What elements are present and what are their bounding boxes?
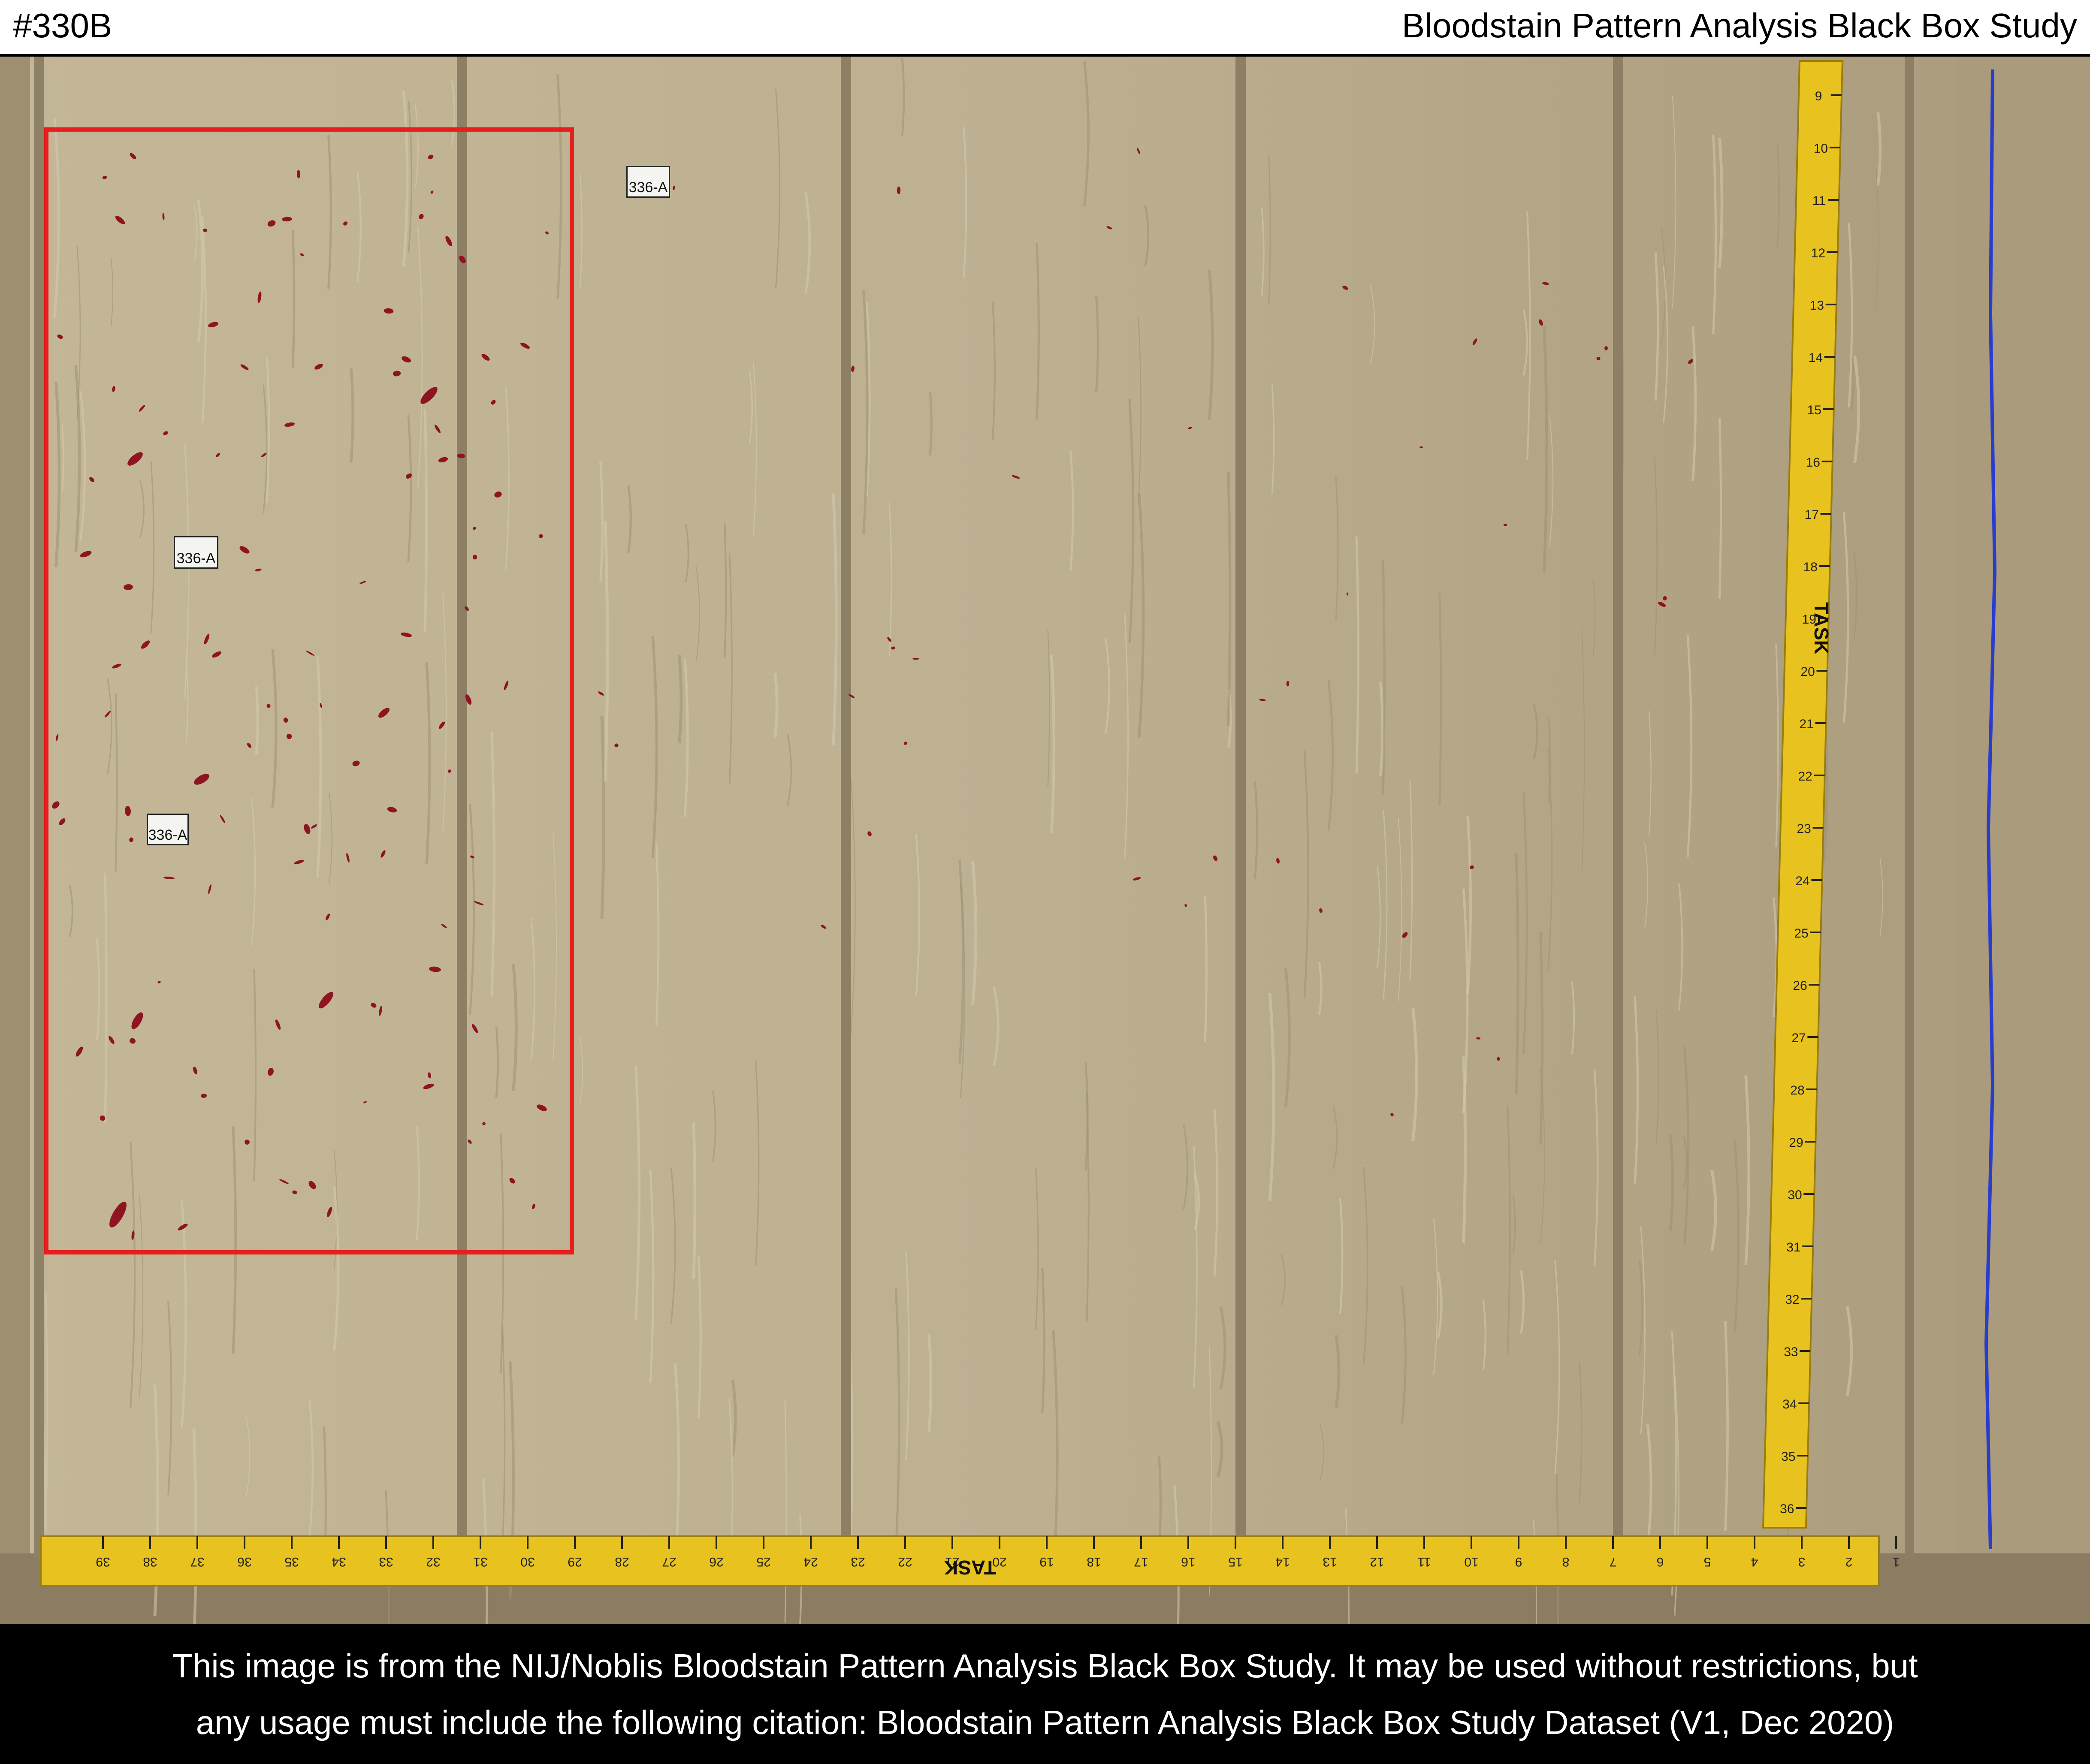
vertical-tape-number: 16 <box>1806 455 1820 470</box>
horizontal-tape-number: 38 <box>143 1555 157 1569</box>
adjacent-wall <box>1956 57 2090 1624</box>
vertical-tape-number: 21 <box>1799 717 1813 731</box>
vertical-tape-number: 27 <box>1791 1031 1806 1045</box>
vertical-tape-number: 25 <box>1794 926 1808 941</box>
vertical-tape-number: 17 <box>1805 508 1819 522</box>
vertical-tape-number: 31 <box>1786 1240 1800 1254</box>
horizontal-tape-number: 25 <box>756 1555 770 1569</box>
horizontal-tape-number: 19 <box>1039 1555 1054 1569</box>
horizontal-tape-number: 24 <box>803 1555 818 1569</box>
horizontal-tape-number: 33 <box>379 1555 393 1569</box>
evidence-tag-2: 336-A <box>174 536 218 569</box>
citation-line-2: any usage must include the following cit… <box>196 1704 1894 1741</box>
bloodstain <box>897 186 901 195</box>
horizontal-tape-number: 31 <box>473 1555 487 1569</box>
horizontal-tape-number: 35 <box>284 1555 299 1569</box>
horizontal-tape-number: 29 <box>568 1555 582 1569</box>
vertical-tape-number: 9 <box>1815 89 1822 103</box>
horizontal-tape-number: 28 <box>615 1555 629 1569</box>
vertical-tape-brand: TASK <box>1810 602 1833 654</box>
citation-line-1: This image is from the NIJ/Noblis Bloods… <box>172 1647 1918 1685</box>
horizontal-tape-number: 4 <box>1751 1555 1758 1569</box>
horizontal-tape-number: 26 <box>709 1555 723 1569</box>
vertical-tape-number: 10 <box>1814 142 1828 156</box>
horizontal-tape-number: 13 <box>1323 1555 1337 1569</box>
vertical-tape-number: 35 <box>1781 1450 1795 1464</box>
horizontal-tape-brand: TASK <box>944 1556 996 1579</box>
vertical-tape-number: 12 <box>1811 246 1825 260</box>
horizontal-tape-number: 2 <box>1845 1555 1853 1569</box>
horizontal-tape-number: 9 <box>1515 1555 1522 1569</box>
vertical-tape-number: 22 <box>1798 769 1812 784</box>
vertical-tape-number: 14 <box>1809 351 1823 365</box>
wall-photo: 9 10 11 12 13 14 15 16 17 18 19 20 21 22 23 24 25 26 27 28 2… <box>0 57 2090 1624</box>
vertical-tape-number: 32 <box>1785 1293 1799 1307</box>
vertical-tape-number: 29 <box>1789 1136 1803 1150</box>
horizontal-tape-number: 1 <box>1893 1555 1900 1569</box>
study-title: Bloodstain Pattern Analysis Black Box St… <box>1401 6 2077 45</box>
header-bar: #330B Bloodstain Pattern Analysis Black … <box>0 0 2090 57</box>
horizontal-tape-number: 22 <box>898 1555 912 1569</box>
vertical-tape-number: 34 <box>1782 1397 1797 1411</box>
wall-scene: 9101112131415161718192021222324252627282… <box>0 57 2090 1624</box>
vertical-tape-number: 36 <box>1780 1502 1794 1516</box>
horizontal-tape-number: 15 <box>1228 1555 1242 1569</box>
vertical-tape-number: 26 <box>1793 979 1807 993</box>
horizontal-tape-number: 8 <box>1562 1555 1570 1569</box>
horizontal-tape-number: 16 <box>1181 1555 1195 1569</box>
evidence-tag-3: 336-A <box>147 814 189 845</box>
vertical-tape-number: 24 <box>1795 874 1809 888</box>
horizontal-tape-number: 30 <box>520 1555 535 1569</box>
vertical-tape-number: 20 <box>1801 665 1815 679</box>
left-edge-trim <box>0 57 30 1624</box>
horizontal-tape-number: 23 <box>851 1555 865 1569</box>
horizontal-tape-number: 10 <box>1464 1555 1478 1569</box>
horizontal-tape-number: 6 <box>1657 1555 1664 1569</box>
image-id-label: #330B <box>13 6 112 45</box>
horizontal-tape-number: 17 <box>1134 1555 1148 1569</box>
horizontal-tape-number: 5 <box>1704 1555 1711 1569</box>
horizontal-tape-number: 27 <box>662 1555 676 1569</box>
horizontal-tape-number: 3 <box>1798 1555 1806 1569</box>
vertical-tape-number: 13 <box>1810 299 1824 313</box>
horizontal-tape-number: 36 <box>237 1555 251 1569</box>
horizontal-tape-number: 37 <box>190 1555 204 1569</box>
horizontal-tape-number: 34 <box>332 1555 346 1569</box>
vertical-tape-number: 33 <box>1784 1345 1798 1359</box>
vertical-tape-number: 30 <box>1788 1188 1802 1202</box>
horizontal-tape-number: 11 <box>1417 1555 1431 1569</box>
horizontal-tape-number: 12 <box>1370 1555 1384 1569</box>
evidence-tag-1: 336-A <box>626 166 670 198</box>
horizontal-tape-number: 14 <box>1275 1555 1290 1569</box>
horizontal-tape-number: 7 <box>1610 1555 1617 1569</box>
vertical-tape-number: 15 <box>1807 403 1821 417</box>
horizontal-tape-number: 18 <box>1087 1555 1101 1569</box>
vertical-tape-number: 18 <box>1803 560 1818 574</box>
horizontal-tape-number: 39 <box>96 1555 110 1569</box>
vertical-tape-number: 11 <box>1812 194 1826 208</box>
vertical-tape-number: 28 <box>1790 1083 1804 1098</box>
citation-footer: This image is from the NIJ/Noblis Bloods… <box>0 1624 2090 1764</box>
horizontal-tape-number: 32 <box>426 1555 440 1569</box>
vertical-tape-number: 23 <box>1797 822 1811 836</box>
